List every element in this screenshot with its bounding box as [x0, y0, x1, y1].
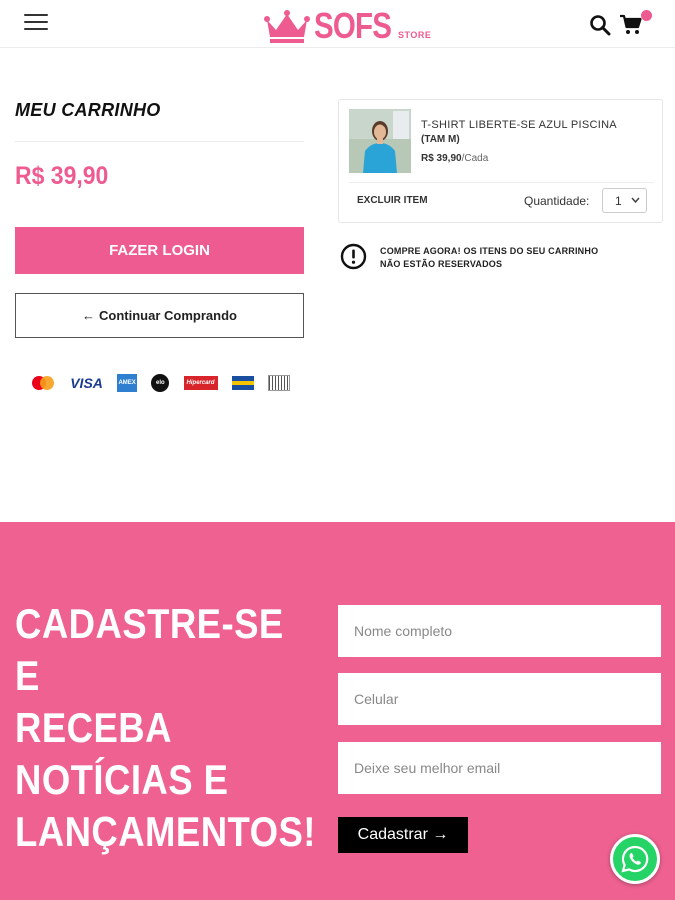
newsletter-title: CADASTRE-SE E RECEBA NOTÍCIAS E LANÇAMEN…	[15, 598, 316, 858]
phone-input[interactable]	[338, 673, 661, 725]
page-title: MEU CARRINHO	[15, 100, 161, 120]
reservation-warning: COMPRE AGORA! OS ITENS DO SEU CARRINHO N…	[340, 242, 660, 274]
payment-methods: VISA AMEX elo Hipercard	[30, 372, 290, 394]
warning-line-2: NÃO ESTÃO RESERVADOS	[380, 259, 503, 269]
cart-item: T-SHIRT LIBERTE-SE AZUL PISCINA (TAM M) …	[338, 99, 663, 223]
hamburger-icon[interactable]	[24, 14, 48, 34]
search-icon[interactable]	[589, 14, 611, 36]
arrow-left-icon: ←	[82, 308, 96, 323]
newsletter-title-line: CADASTRE-SE E	[15, 600, 284, 699]
email-input[interactable]	[338, 742, 661, 794]
store-logo[interactable]: SOFS STORE	[264, 2, 431, 44]
cart-badge-dot	[641, 10, 652, 21]
warning-line-1: COMPRE AGORA! OS ITENS DO SEU CARRINHO	[380, 246, 599, 256]
item-divider	[349, 182, 654, 183]
quantity-select[interactable]: 1	[602, 188, 647, 213]
warning-text: COMPRE AGORA! OS ITENS DO SEU CARRINHO N…	[380, 245, 598, 271]
hipercard-icon: Hipercard	[183, 376, 218, 390]
logo-subtext: STORE	[398, 30, 432, 40]
product-name[interactable]: T-SHIRT LIBERTE-SE AZUL PISCINA	[421, 119, 617, 131]
subscribe-button[interactable]: Cadastrar →	[338, 817, 468, 853]
site-header: SOFS STORE	[0, 0, 675, 48]
newsletter-title-line: RECEBA	[15, 704, 172, 751]
quantity-value: 1	[615, 193, 622, 208]
product-price: R$ 39,90/Cada	[421, 153, 488, 164]
title-divider	[15, 141, 304, 142]
continue-shopping-button[interactable]: ← Continuar Comprando	[15, 293, 304, 338]
quantity-label: Quantidade:	[524, 194, 590, 208]
remove-item-button[interactable]: EXCLUIR ITEM	[357, 195, 428, 206]
newsletter-title-line: NOTÍCIAS E	[15, 756, 229, 803]
product-thumbnail[interactable]	[349, 109, 411, 173]
newsletter-title-line: LANÇAMENTOS!	[15, 808, 316, 855]
chevron-down-icon	[631, 194, 640, 208]
login-button[interactable]: FAZER LOGIN	[15, 227, 304, 274]
mastercard-icon	[30, 374, 56, 392]
name-input[interactable]	[338, 605, 661, 657]
product-price-unit: /Cada	[461, 153, 489, 164]
product-size: (TAM M)	[421, 134, 460, 145]
cart-icon[interactable]	[619, 14, 643, 36]
newsletter-section: CADASTRE-SE E RECEBA NOTÍCIAS E LANÇAMEN…	[0, 522, 675, 900]
cart-total: R$ 39,90	[15, 162, 109, 190]
whatsapp-icon[interactable]	[610, 834, 660, 884]
continue-shopping-label: Continuar Comprando	[99, 308, 237, 323]
amex-icon: AMEX	[117, 374, 138, 392]
exclamation-circle-icon	[340, 243, 367, 270]
visa-icon: VISA	[70, 375, 103, 391]
product-price-value: R$ 39,90	[421, 153, 462, 164]
elo-icon: elo	[151, 374, 170, 392]
diners-icon	[231, 376, 254, 390]
crown-icon	[264, 10, 310, 43]
logo-text: SOFS	[314, 5, 392, 46]
boleto-icon	[268, 375, 290, 391]
